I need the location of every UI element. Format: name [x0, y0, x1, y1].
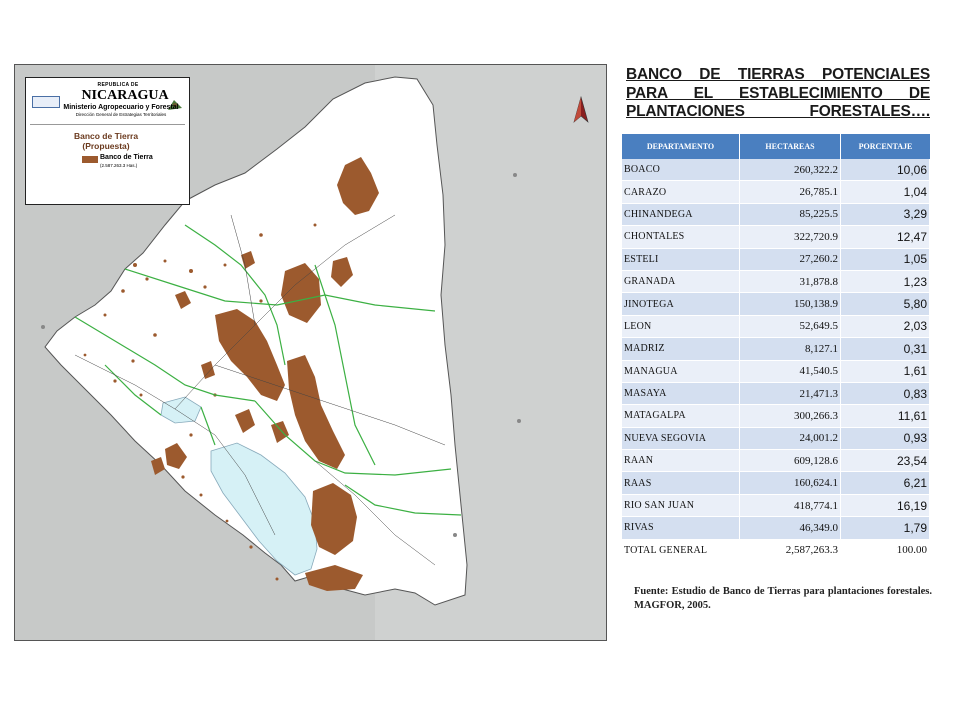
table-row: MATAGALPA 300,266.3 11,61 — [622, 405, 930, 428]
cell-porcentaje: 1,23 — [841, 270, 930, 294]
cell-porcentaje: 2,03 — [841, 315, 930, 339]
cell-hectareas: 41,540.5 — [740, 360, 841, 383]
legend-item-sub: (2.587.263.3 Has.) — [100, 163, 138, 168]
total-hectareas: 2,587,263.3 — [740, 539, 841, 562]
cell-departamento: BOACO — [622, 159, 740, 182]
cell-hectareas: 52,649.5 — [740, 315, 841, 339]
cell-departamento: GRANADA — [622, 270, 740, 294]
table-row: MASAYA 21,471.3 0,83 — [622, 382, 930, 406]
cell-porcentaje: 1,61 — [841, 360, 930, 383]
legend-direction: Dirección General de Estrategias Territo… — [75, 112, 167, 117]
cell-porcentaje: 0,31 — [841, 338, 930, 361]
table-row: RIO SAN JUAN 418,774.1 16,19 — [622, 494, 930, 518]
cell-hectareas: 27,260.2 — [740, 248, 841, 271]
table-header-row: DEPARTAMENTO HECTAREAS PORCENTAJE — [622, 134, 930, 159]
land-bank-table: DEPARTAMENTO HECTAREAS PORCENTAJE BOACO 2… — [622, 134, 930, 562]
cell-hectareas: 46,349.0 — [740, 517, 841, 540]
cell-departamento: MANAGUA — [622, 360, 740, 383]
cell-hectareas: 85,225.5 — [740, 203, 841, 227]
table-row: CHONTALES 322,720.9 12,47 — [622, 226, 930, 249]
table-row: NUEVA SEGOVIA 24,001.2 0,93 — [622, 427, 930, 451]
cell-porcentaje: 6,21 — [841, 472, 930, 495]
cell-porcentaje: 3,29 — [841, 203, 930, 227]
cell-departamento: NUEVA SEGOVIA — [622, 427, 740, 451]
cell-porcentaje: 11,61 — [841, 405, 930, 428]
cell-hectareas: 31,878.8 — [740, 270, 841, 294]
header-porcentaje: PORCENTAJE — [841, 134, 930, 159]
cell-hectareas: 21,471.3 — [740, 382, 841, 406]
cell-porcentaje: 23,54 — [841, 450, 930, 473]
cell-departamento: ESTELI — [622, 248, 740, 271]
table-row: ESTELI 27,260.2 1,05 — [622, 248, 930, 271]
total-label: TOTAL GENERAL — [622, 539, 740, 562]
cell-departamento: CHONTALES — [622, 226, 740, 249]
table-row: MANAGUA 41,540.5 1,61 — [622, 360, 930, 383]
cell-hectareas: 150,138.9 — [740, 293, 841, 316]
ministry-logo-icon — [32, 96, 60, 108]
legend-country: NICARAGUA — [81, 88, 169, 103]
cell-hectareas: 8,127.1 — [740, 338, 841, 361]
cell-porcentaje: 5,80 — [841, 293, 930, 316]
table-row: JINOTEGA 150,138.9 5,80 — [622, 293, 930, 316]
cell-porcentaje: 10,06 — [841, 159, 930, 182]
north-arrow-icon — [573, 96, 589, 123]
header-hectareas: HECTAREAS — [740, 134, 841, 159]
cell-hectareas: 24,001.2 — [740, 427, 841, 451]
page-title: BANCO DE TIERRAS POTENCIALES PARA EL EST… — [626, 66, 930, 120]
table-row: GRANADA 31,878.8 1,23 — [622, 270, 930, 294]
table-row: CHINANDEGA 85,225.5 3,29 — [622, 203, 930, 227]
table-row: LEON 52,649.5 2,03 — [622, 315, 930, 339]
cell-hectareas: 260,322.2 — [740, 159, 841, 182]
table-row: RAAN 609,128.6 23,54 — [622, 450, 930, 473]
cell-departamento: RAAS — [622, 472, 740, 495]
source-note: Fuente: Estudio de Banco de Tierras para… — [634, 586, 932, 611]
cell-porcentaje: 16,19 — [841, 494, 930, 518]
cell-hectareas: 26,785.1 — [740, 181, 841, 204]
cell-departamento: RIVAS — [622, 517, 740, 540]
cell-departamento: MADRIZ — [622, 338, 740, 361]
table-row: RIVAS 46,349.0 1,79 — [622, 517, 930, 540]
legend-subtitle-text: (Propuesta) — [82, 141, 130, 151]
legend-ministry: Ministerio Agropecuario y Forestal — [63, 104, 179, 111]
cell-departamento: MASAYA — [622, 382, 740, 406]
cell-departamento: LEON — [622, 315, 740, 339]
map-legend: REPUBLICA DE NICARAGUA Ministerio Agrope… — [25, 77, 190, 205]
cell-departamento: CHINANDEGA — [622, 203, 740, 227]
cell-hectareas: 160,624.1 — [740, 472, 841, 495]
cell-porcentaje: 1,04 — [841, 181, 930, 204]
cell-porcentaje: 1,79 — [841, 517, 930, 540]
cell-hectareas: 300,266.3 — [740, 405, 841, 428]
table-row: CARAZO 26,785.1 1,04 — [622, 181, 930, 204]
legend-divider — [30, 124, 185, 125]
cell-departamento: MATAGALPA — [622, 405, 740, 428]
cell-hectareas: 322,720.9 — [740, 226, 841, 249]
table-row: RAAS 160,624.1 6,21 — [622, 472, 930, 495]
legend-title-text: Banco de Tierra — [73, 131, 139, 141]
legend-map-title: Banco de Tierra (Propuesta) — [56, 131, 156, 151]
cell-hectareas: 609,128.6 — [740, 450, 841, 473]
cell-departamento: JINOTEGA — [622, 293, 740, 316]
cell-departamento: RAAN — [622, 450, 740, 473]
legend-item-label: Banco de Tierra — [100, 154, 153, 161]
table-row: MADRIZ 8,127.1 0,31 — [622, 338, 930, 361]
cell-hectareas: 418,774.1 — [740, 494, 841, 518]
table-row: BOACO 260,322.2 10,06 — [622, 159, 930, 182]
cell-departamento: CARAZO — [622, 181, 740, 204]
cell-porcentaje: 0,93 — [841, 427, 930, 451]
cell-porcentaje: 1,05 — [841, 248, 930, 271]
land-bank-swatch — [82, 156, 98, 163]
cell-porcentaje: 0,83 — [841, 382, 930, 406]
cell-departamento: RIO SAN JUAN — [622, 494, 740, 518]
header-departamento: DEPARTAMENTO — [622, 134, 740, 159]
cell-porcentaje: 12,47 — [841, 226, 930, 249]
total-porcentaje: 100.00 — [841, 539, 930, 562]
land-bank-map: REPUBLICA DE NICARAGUA Ministerio Agrope… — [14, 64, 607, 641]
table-total-row: TOTAL GENERAL 2,587,263.3 100.00 — [622, 539, 930, 562]
